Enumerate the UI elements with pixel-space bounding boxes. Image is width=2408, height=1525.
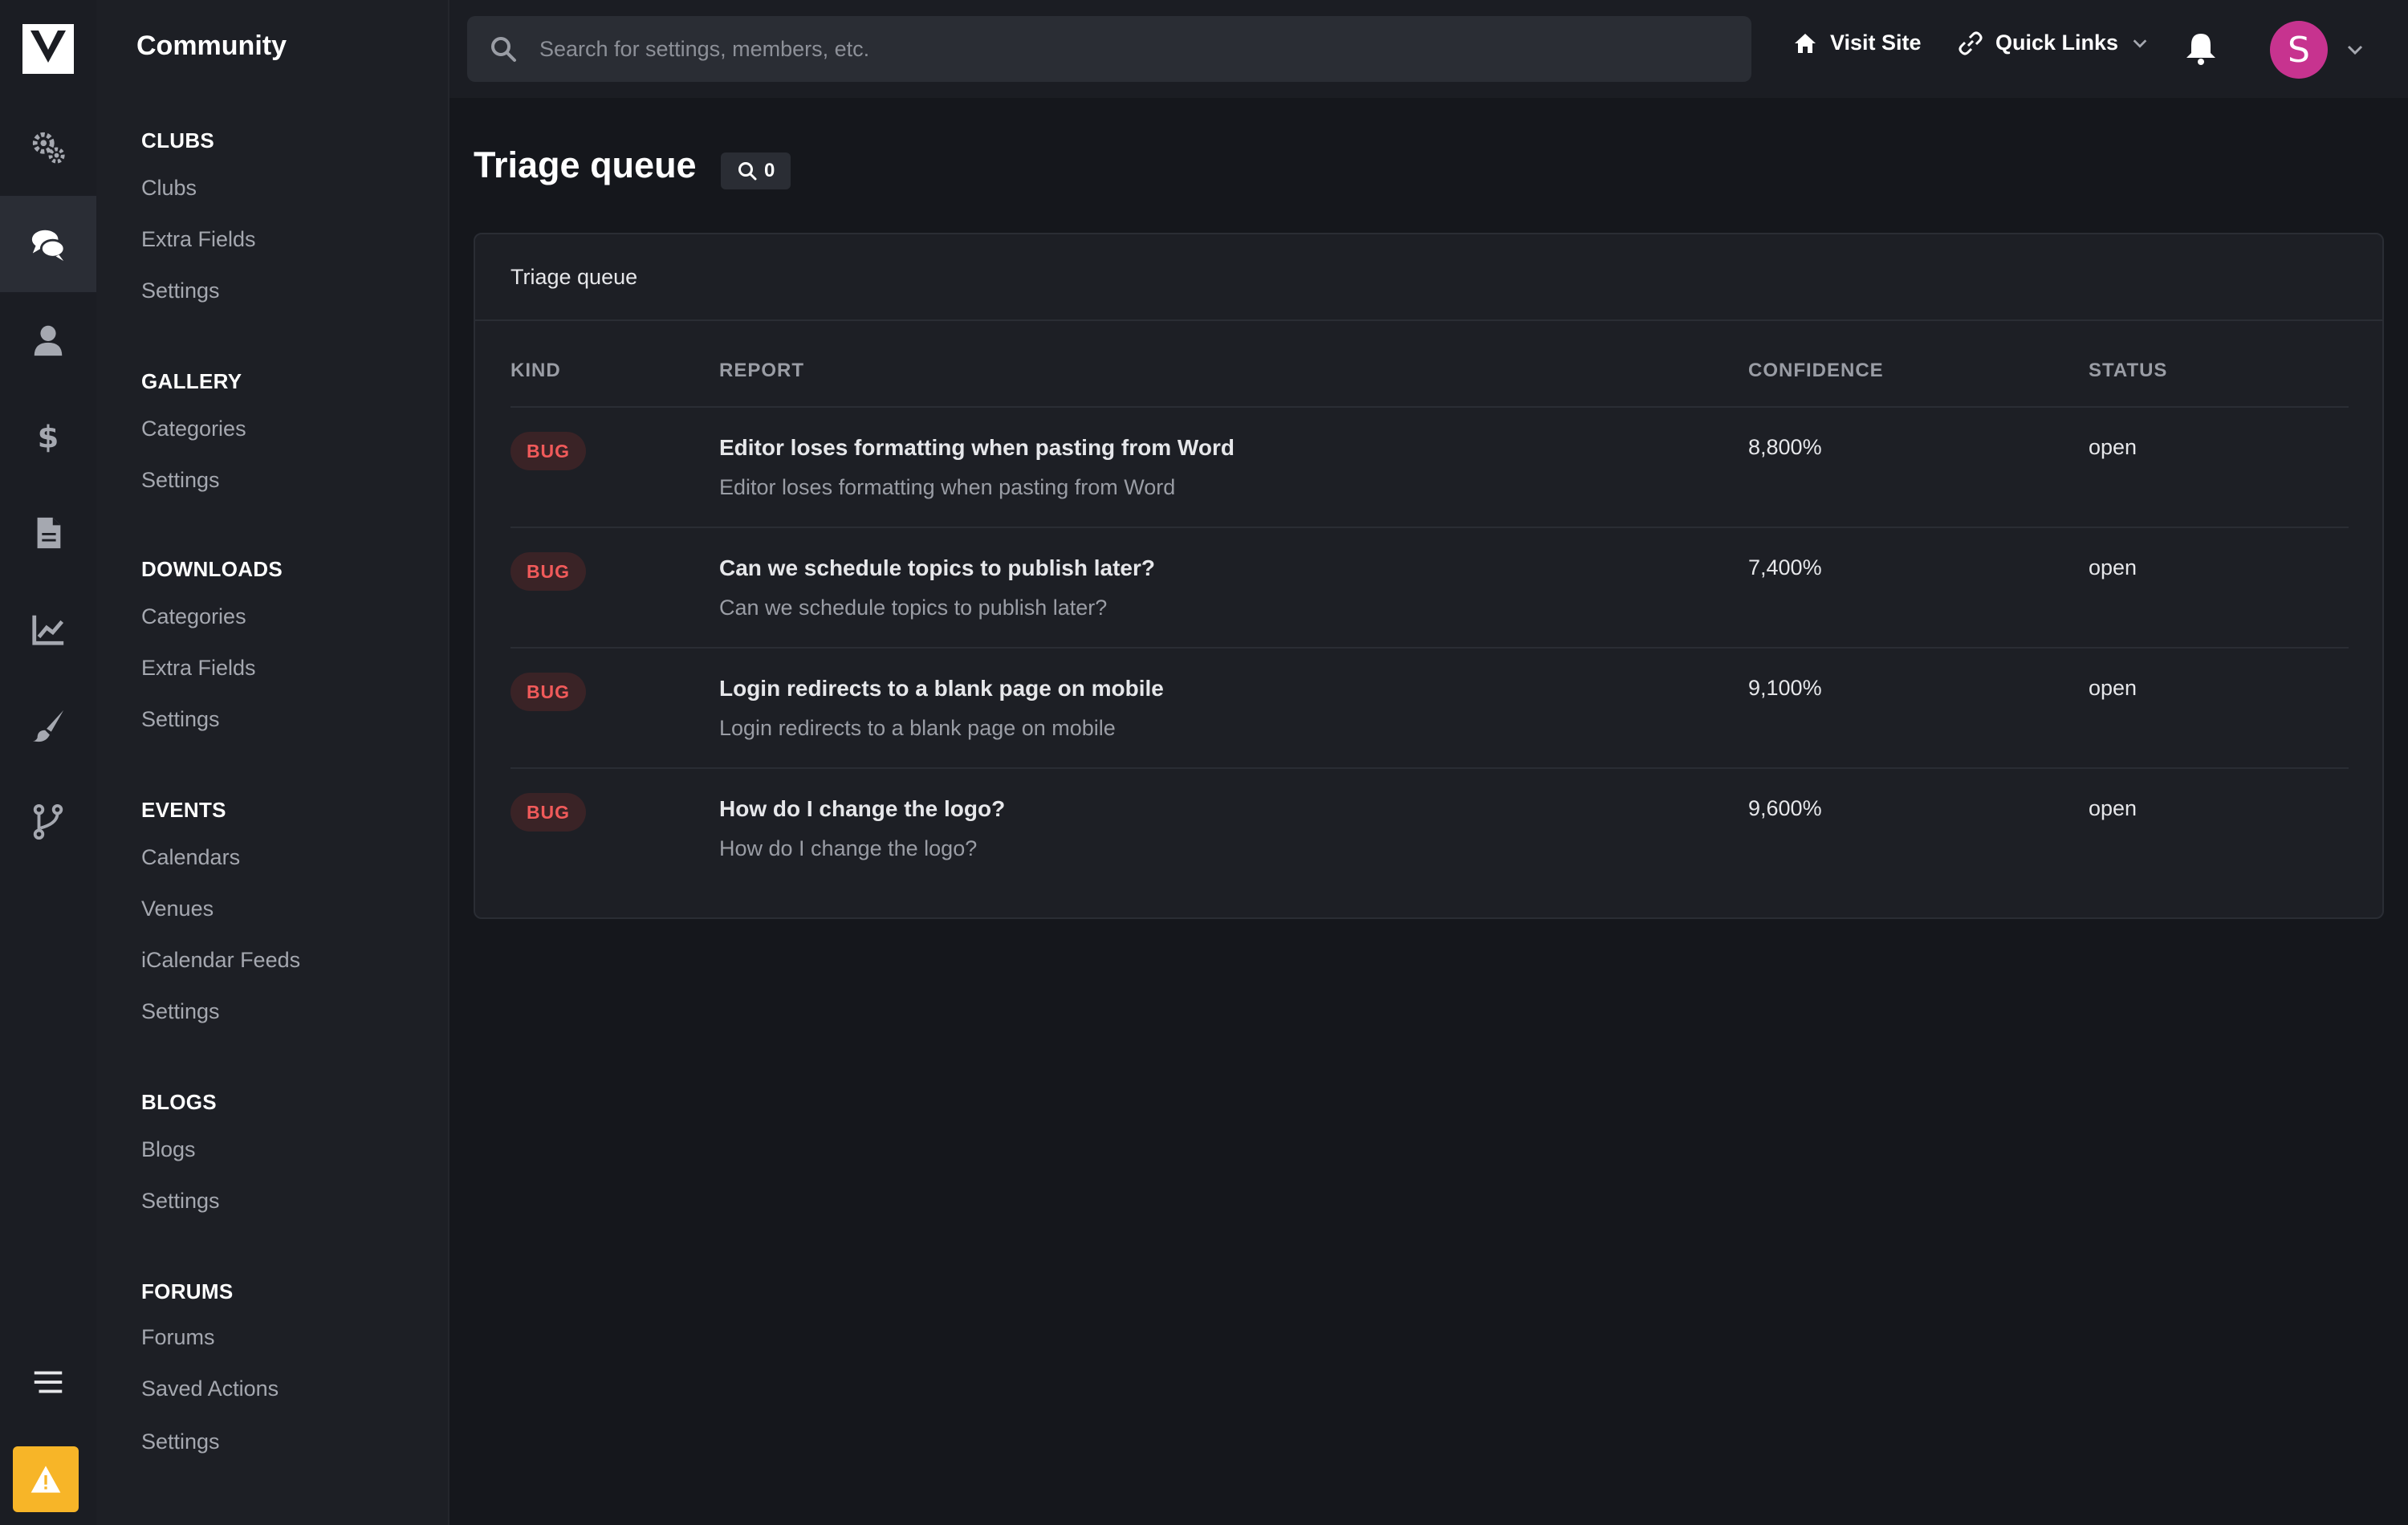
search-box[interactable] (467, 16, 1751, 82)
sidebar-item-events-calendars[interactable]: Calendars (141, 845, 240, 870)
svg-text:$: $ (38, 419, 59, 455)
search-input[interactable] (539, 36, 1703, 62)
table-row[interactable]: BUG Can we schedule topics to publish la… (510, 527, 2349, 647)
sidebar-item-forums[interactable]: Forums (141, 1325, 215, 1350)
warning-button[interactable] (13, 1446, 79, 1512)
top-bar: Visit Site Quick Links S (449, 0, 2408, 98)
kind-badge: BUG (510, 673, 586, 711)
confidence-value: 9,100% (1748, 676, 1822, 700)
system-fork-icon[interactable] (0, 774, 96, 870)
table-row[interactable]: BUG How do I change the logo? How do I c… (510, 767, 2349, 888)
analytics-chart-icon[interactable] (0, 581, 96, 677)
settings-gears-icon[interactable] (0, 100, 96, 196)
panel-title: Triage queue (510, 265, 638, 289)
quick-links-label: Quick Links (1995, 31, 2119, 55)
sidebar-item-events-settings[interactable]: Settings (141, 999, 220, 1024)
visit-site-link[interactable]: Visit Site (1793, 31, 1922, 55)
account-chevron-down-icon[interactable] (2345, 40, 2365, 59)
confidence-value: 8,800% (1748, 435, 1822, 459)
warning-icon (31, 1466, 61, 1493)
report-title[interactable]: Can we schedule topics to publish later? (719, 555, 1155, 581)
avatar[interactable]: S (2270, 21, 2328, 79)
search-count-icon (738, 162, 757, 181)
sidebar-item-events-icalendar-feeds[interactable]: iCalendar Feeds (141, 948, 300, 973)
secondary-sidebar: Community CLUBS Clubs Extra Fields Setti… (96, 0, 449, 1525)
members-user-icon[interactable] (0, 292, 96, 388)
report-subtitle: Can we schedule topics to publish later? (719, 596, 1108, 620)
triage-panel: Triage queue KIND REPORT CONFIDENCE STAT… (474, 233, 2384, 919)
status-value: open (2089, 796, 2138, 820)
report-subtitle: How do I change the logo? (719, 836, 978, 860)
home-icon (1795, 33, 1816, 53)
sidebar-item-forums-saved-actions[interactable]: Saved Actions (141, 1377, 279, 1401)
section-title-clubs: CLUBS (141, 128, 215, 152)
count-badge: 0 (721, 152, 791, 189)
sidebar-item-downloads-settings[interactable]: Settings (141, 707, 220, 732)
logo-icon[interactable] (22, 24, 74, 74)
link-icon (1959, 31, 1983, 55)
status-value: open (2089, 555, 2138, 580)
sidebar-item-clubs-settings[interactable]: Settings (141, 279, 220, 303)
sidebar-title: Community (136, 31, 287, 61)
status-value: open (2089, 435, 2138, 459)
sidebar-item-clubs[interactable]: Clubs (141, 176, 197, 201)
sidebar-item-events-venues[interactable]: Venues (141, 897, 214, 921)
report-subtitle: Login redirects to a blank page on mobil… (719, 716, 1116, 740)
customization-brush-icon[interactable] (0, 677, 96, 774)
column-header-confidence: CONFIDENCE (1748, 360, 1884, 381)
sidebar-item-blogs-settings[interactable]: Settings (141, 1189, 220, 1214)
quick-links-dropdown[interactable]: Quick Links (1959, 31, 2149, 55)
notifications-bell-icon[interactable] (2183, 31, 2219, 66)
section-title-gallery: GALLERY (141, 369, 242, 393)
column-header-status: STATUS (2089, 360, 2168, 381)
column-header-report: REPORT (719, 360, 805, 381)
sidebar-item-downloads-categories[interactable]: Categories (141, 604, 246, 629)
table-row[interactable]: BUG Editor loses formatting when pasting… (510, 406, 2349, 527)
kind-badge: BUG (510, 552, 586, 591)
search-icon (491, 37, 516, 62)
chevron-down-icon (2133, 39, 2147, 48)
section-title-blogs: BLOGS (141, 1090, 217, 1114)
table-row[interactable]: BUG Login redirects to a blank page on m… (510, 647, 2349, 767)
sidebar-item-clubs-extra-fields[interactable]: Extra Fields (141, 227, 256, 252)
report-title[interactable]: Editor loses formatting when pasting fro… (719, 435, 1235, 461)
panel-header: Triage queue (475, 234, 2382, 321)
section-title-forums: FORUMS (141, 1279, 234, 1303)
pages-document-icon[interactable] (0, 485, 96, 581)
visit-site-label: Visit Site (1830, 31, 1922, 55)
menu-toggle-icon[interactable] (0, 1334, 96, 1430)
report-title[interactable]: Login redirects to a blank page on mobil… (719, 676, 1164, 702)
page-title: Triage queue (474, 144, 697, 185)
column-header-kind: KIND (510, 360, 561, 381)
section-title-events: EVENTS (141, 798, 226, 822)
community-chat-icon[interactable] (0, 196, 96, 292)
kind-badge: BUG (510, 793, 586, 832)
sidebar-item-downloads-extra-fields[interactable]: Extra Fields (141, 656, 256, 681)
count-value: 0 (764, 160, 775, 181)
sidebar-item-gallery-settings[interactable]: Settings (141, 468, 220, 493)
sidebar-item-forums-settings[interactable]: Settings (141, 1429, 220, 1454)
confidence-value: 9,600% (1748, 796, 1822, 820)
kind-badge: BUG (510, 432, 586, 470)
report-title[interactable]: How do I change the logo? (719, 796, 1005, 822)
sidebar-item-blogs[interactable]: Blogs (141, 1137, 196, 1162)
confidence-value: 7,400% (1748, 555, 1822, 580)
section-title-downloads: DOWNLOADS (141, 557, 283, 581)
sidebar-item-gallery-categories[interactable]: Categories (141, 417, 246, 441)
report-subtitle: Editor loses formatting when pasting fro… (719, 475, 1176, 499)
status-value: open (2089, 676, 2138, 700)
icon-rail: $ (0, 0, 96, 1525)
commerce-dollar-icon[interactable]: $ (0, 388, 96, 485)
